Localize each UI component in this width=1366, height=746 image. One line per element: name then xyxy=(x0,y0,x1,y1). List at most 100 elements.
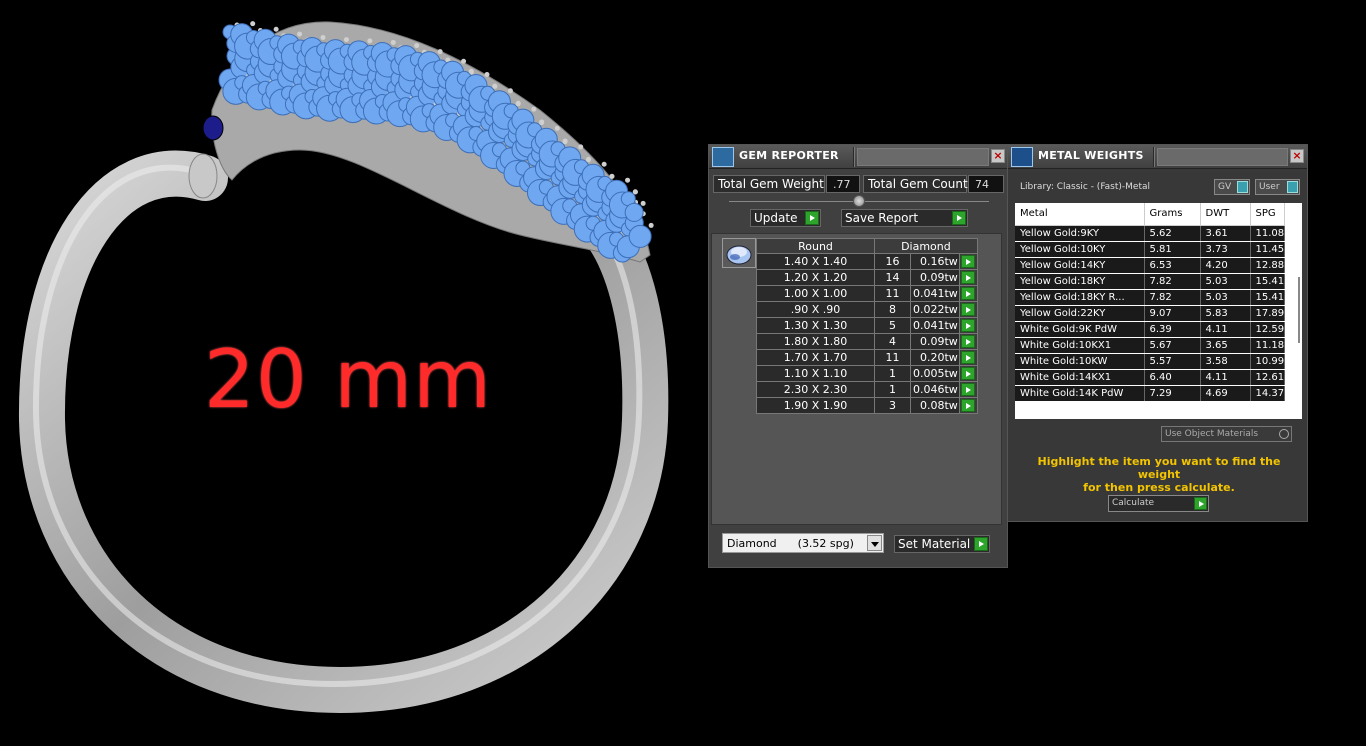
gem-size: 2.30 X 2.30 xyxy=(756,381,875,398)
metal-spg: 11.18 xyxy=(1250,337,1286,354)
metal-spg: 11.45 xyxy=(1250,241,1286,258)
gem-size: 1.10 X 1.10 xyxy=(756,365,875,382)
metal-name: White Gold:14KX1 xyxy=(1015,369,1145,386)
gem-table-row[interactable]: 1.40 X 1.40 16 0.16tw xyxy=(756,253,978,270)
metal-weights-title-bar[interactable]: METAL WEIGHTS × xyxy=(1008,145,1307,169)
gem-total-weight: 0.20tw xyxy=(910,349,960,366)
3d-viewport[interactable]: 20 mm xyxy=(0,0,700,746)
metal-table-row[interactable]: White Gold:10KW 5.57 3.58 10.99 xyxy=(1015,353,1286,370)
gem-count: 11 xyxy=(874,285,911,302)
size-slider-handle[interactable] xyxy=(853,195,865,207)
play-arrow-icon[interactable] xyxy=(961,335,976,349)
gem-reporter-close-icon[interactable]: × xyxy=(991,149,1005,163)
total-gem-weight-label: Total Gem Weight xyxy=(713,175,825,193)
gem-table-row[interactable]: .90 X .90 8 0.022tw xyxy=(756,301,978,318)
gem-table-row[interactable]: 1.80 X 1.80 4 0.09tw xyxy=(756,333,978,350)
play-arrow-icon xyxy=(952,211,966,225)
user-toggle[interactable]: User xyxy=(1255,179,1300,195)
ring-shank xyxy=(18,150,669,714)
metal-spg: 14.37 xyxy=(1250,385,1286,402)
metal-dwt: 5.83 xyxy=(1200,305,1251,322)
metal-weights-close-icon[interactable]: × xyxy=(1290,149,1304,163)
gem-table-row[interactable]: 1.70 X 1.70 11 0.20tw xyxy=(756,349,978,366)
save-report-button[interactable]: Save Report xyxy=(841,209,968,227)
metal-table-row[interactable]: White Gold:9K PdW 6.39 4.11 12.59 xyxy=(1015,321,1286,338)
metal-dwt: 5.03 xyxy=(1200,289,1251,306)
total-gem-count-value: 74 xyxy=(968,175,1004,193)
column-header-metal[interactable]: Metal xyxy=(1015,203,1145,226)
dimension-label: 20 mm xyxy=(204,333,493,426)
metal-grams: 7.82 xyxy=(1144,273,1201,290)
radio-icon[interactable] xyxy=(1279,429,1289,439)
metal-grams: 5.57 xyxy=(1144,353,1201,370)
play-arrow-icon[interactable] xyxy=(961,399,976,413)
metal-table-row[interactable]: Yellow Gold:18KY R... 7.82 5.03 15.41 xyxy=(1015,289,1286,306)
gem-count: 3 xyxy=(874,397,911,414)
play-arrow-icon[interactable] xyxy=(961,255,976,269)
play-arrow-icon[interactable] xyxy=(961,351,976,365)
play-arrow-icon[interactable] xyxy=(961,303,976,317)
vertical-scrollbar[interactable] xyxy=(1298,277,1300,343)
metal-name: Yellow Gold:22KY xyxy=(1015,305,1145,322)
shape-header: Round xyxy=(756,238,875,254)
material-select[interactable]: Diamond (3.52 spg) xyxy=(722,533,884,553)
gem-table-row[interactable]: 1.20 X 1.20 14 0.09tw xyxy=(756,269,978,286)
gem-size: 1.20 X 1.20 xyxy=(756,269,875,286)
chevron-down-icon[interactable] xyxy=(867,535,882,551)
update-button[interactable]: Update xyxy=(750,209,821,227)
metal-dwt: 3.58 xyxy=(1200,353,1251,370)
gem-size: 1.70 X 1.70 xyxy=(756,349,875,366)
gem-size: 1.00 X 1.00 xyxy=(756,285,875,302)
play-arrow-icon[interactable] xyxy=(961,271,976,285)
metal-name: White Gold:14K PdW xyxy=(1015,385,1145,402)
set-material-button[interactable]: Set Material xyxy=(894,535,990,553)
gem-count: 16 xyxy=(874,253,911,270)
play-arrow-icon[interactable] xyxy=(961,319,976,333)
metal-table-row[interactable]: White Gold:14K PdW 7.29 4.69 14.37 xyxy=(1015,385,1286,402)
play-arrow-icon[interactable] xyxy=(961,287,976,301)
column-header-spg[interactable]: SPG xyxy=(1250,203,1286,226)
metal-table-row[interactable]: Yellow Gold:10KY 5.81 3.73 11.45 xyxy=(1015,241,1286,258)
round-gem-thumbnail-icon[interactable] xyxy=(722,238,756,268)
play-arrow-icon[interactable] xyxy=(961,383,976,397)
metal-table-row[interactable]: Yellow Gold:18KY 7.82 5.03 15.41 xyxy=(1015,273,1286,290)
hint-text: Highlight the item you want to find the … xyxy=(1037,455,1281,494)
gem-total-weight: 0.09tw xyxy=(910,333,960,350)
metal-spg: 10.99 xyxy=(1250,353,1286,370)
eye-gem xyxy=(202,115,224,141)
metal-table-row[interactable]: Yellow Gold:9KY 5.62 3.61 11.08 xyxy=(1015,225,1286,242)
gem-size: 1.30 X 1.30 xyxy=(756,317,875,334)
gem-table-row[interactable]: 1.00 X 1.00 11 0.041tw xyxy=(756,285,978,302)
metal-spg: 11.08 xyxy=(1250,225,1286,242)
gem-reporter-title-bar[interactable]: GEM REPORTER × xyxy=(709,145,1007,169)
metal-spg: 12.59 xyxy=(1250,321,1286,338)
pave-gem xyxy=(624,202,644,222)
gem-table-row[interactable]: 1.10 X 1.10 1 0.005tw xyxy=(756,365,978,382)
metal-table-row[interactable]: White Gold:14KX1 6.40 4.11 12.61 xyxy=(1015,369,1286,386)
gem-total-weight: 0.041tw xyxy=(910,317,960,334)
gem-count: 8 xyxy=(874,301,911,318)
metal-name: Yellow Gold:9KY xyxy=(1015,225,1145,242)
gem-table-row[interactable]: 1.90 X 1.90 3 0.08tw xyxy=(756,397,978,414)
column-header-grams[interactable]: Grams xyxy=(1144,203,1201,226)
gem-reporter-icon xyxy=(712,147,734,167)
metal-weights-title: METAL WEIGHTS xyxy=(1038,149,1144,162)
play-arrow-icon[interactable] xyxy=(961,367,976,381)
metal-dwt: 4.69 xyxy=(1200,385,1251,402)
gem-total-weight: 0.08tw xyxy=(910,397,960,414)
calculate-button[interactable]: Calculate xyxy=(1108,495,1209,512)
metal-grams: 6.40 xyxy=(1144,369,1201,386)
metal-dwt: 3.65 xyxy=(1200,337,1251,354)
gem-table-row[interactable]: 1.30 X 1.30 5 0.041tw xyxy=(756,317,978,334)
play-arrow-icon xyxy=(1194,497,1207,510)
metal-spg: 12.88 xyxy=(1250,257,1286,274)
metal-table-row[interactable]: White Gold:10KX1 5.67 3.65 11.18 xyxy=(1015,337,1286,354)
column-header-dwt[interactable]: DWT xyxy=(1200,203,1251,226)
use-object-materials-option[interactable]: Use Object Materials xyxy=(1161,426,1292,442)
metal-table-row[interactable]: Yellow Gold:14KY 6.53 4.20 12.88 xyxy=(1015,257,1286,274)
gv-toggle[interactable]: GV xyxy=(1214,179,1250,195)
gem-table-row[interactable]: 2.30 X 2.30 1 0.046tw xyxy=(756,381,978,398)
gem-count: 5 xyxy=(874,317,911,334)
metal-name: White Gold:10KX1 xyxy=(1015,337,1145,354)
metal-table-row[interactable]: Yellow Gold:22KY 9.07 5.83 17.89 xyxy=(1015,305,1286,322)
